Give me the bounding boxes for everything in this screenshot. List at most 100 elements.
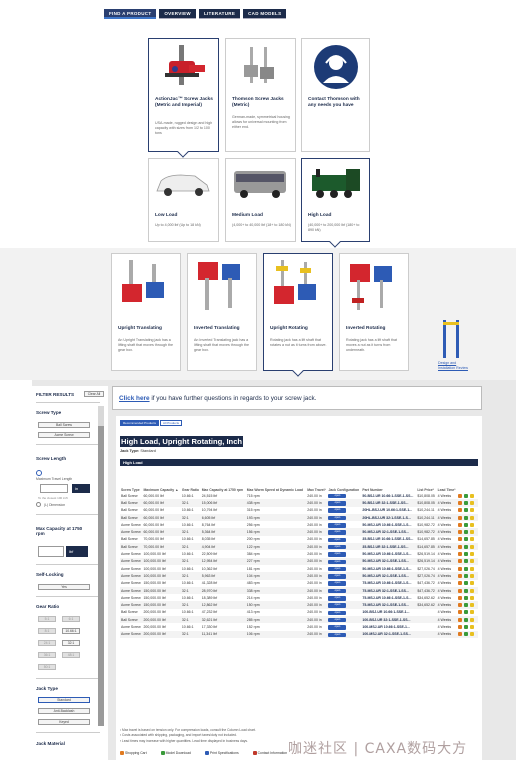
configure-button[interactable]: open <box>328 588 347 594</box>
spec-icon[interactable] <box>470 508 475 513</box>
spec-icon[interactable] <box>470 632 475 637</box>
configure-button[interactable]: open <box>328 537 347 543</box>
cart-icon[interactable] <box>458 522 463 527</box>
cad-icon[interactable] <box>464 566 469 571</box>
filter-gear-ratio[interactable]: 24:1 <box>38 640 56 646</box>
contact-information-action[interactable]: Contact Information <box>252 751 287 756</box>
configure-button[interactable]: open <box>328 603 347 608</box>
configure-button[interactable]: open <box>328 493 347 499</box>
table-row[interactable]: Acme Screw 100,000.00 lbf 32:1 12,954 lbf 22… <box>120 557 478 565</box>
column-header[interactable]: Maximum Capacity ▲ <box>142 466 180 492</box>
cad-icon[interactable] <box>464 515 469 520</box>
table-row[interactable]: Ball Screw 70,000.00 lbf 32:1 4,904 lbf 122 … <box>120 543 478 551</box>
cad-icon[interactable] <box>464 610 469 615</box>
cad-icon[interactable] <box>464 559 469 564</box>
sidebar-scrollbar-thumb[interactable] <box>98 426 104 726</box>
cart-icon[interactable] <box>458 530 463 535</box>
cad-icon[interactable] <box>464 617 469 622</box>
cart-icon[interactable] <box>458 515 463 520</box>
configure-button[interactable]: open <box>328 610 347 616</box>
cad-icon[interactable] <box>464 581 469 586</box>
column-header[interactable]: Part Number <box>361 466 416 492</box>
table-row[interactable]: Ball Screw 200,000.00 lbf 32:1 32,621 lbf 28… <box>120 616 478 624</box>
configure-button[interactable]: open <box>328 501 347 506</box>
card-upright-translating[interactable]: Upright Translating An Upright Translati… <box>111 253 181 371</box>
table-row[interactable]: Acme Screw 60,000.00 lbf 32:1 5,364 lbf 156 … <box>120 528 478 536</box>
card-medium-load[interactable]: Medium Load (4,000+ to 40,000 lbf (18+ t… <box>225 158 296 242</box>
spec-icon[interactable] <box>470 573 475 578</box>
configure-button[interactable]: open <box>328 625 347 630</box>
card-high-load[interactable]: High Load (40,000+ to 200,000 lbf (180+ … <box>301 158 370 242</box>
table-row[interactable]: Acme Screw 150,000.00 lbf 32:1 12,862 lbf 15… <box>120 601 478 609</box>
table-row[interactable]: Acme Screw 150,000.00 lbf 32:1 28,970 lbf 33… <box>120 586 478 595</box>
cart-icon[interactable] <box>458 537 463 542</box>
filter-jack-keyed[interactable]: Keyed <box>38 719 90 725</box>
column-header[interactable]: Lead Time³ <box>437 466 458 492</box>
column-header[interactable] <box>457 466 478 492</box>
cad-icon[interactable] <box>464 508 469 513</box>
column-header[interactable]: Max Worm Speed at Dynamic Load <box>246 466 306 492</box>
cart-icon[interactable] <box>458 559 463 564</box>
capacity-unit-select[interactable]: lbf <box>66 546 88 557</box>
spec-icon[interactable] <box>470 515 475 520</box>
travel-unit-select[interactable]: in <box>72 484 90 493</box>
spec-icon[interactable] <box>470 522 475 527</box>
max-travel-radio[interactable] <box>36 470 42 476</box>
toggle-all-products[interactable]: All Products <box>160 420 183 426</box>
column-header[interactable]: List Price² <box>416 466 436 492</box>
table-row[interactable]: Ball Screw 60,000.00 lbf 32:1 15,006 lbf 438… <box>120 499 478 507</box>
table-row[interactable]: Acme Screw 150,000.00 lbf 10.66:1 41,328 lb… <box>120 580 478 587</box>
column-header[interactable]: Screw Type <box>120 466 142 492</box>
table-row[interactable]: Ball Screw 60,000.00 lbf 32:1 6,605 lbf 193 … <box>120 513 478 522</box>
configure-button[interactable]: open <box>328 574 347 579</box>
table-row[interactable]: Ball Screw 70,000.00 lbf 10.66:1 8,035 lbf 2… <box>120 536 478 543</box>
cart-icon[interactable] <box>458 632 463 637</box>
spec-icon[interactable] <box>470 530 475 535</box>
filter-jack-standard[interactable]: Standard <box>38 697 90 703</box>
cart-icon[interactable] <box>458 610 463 615</box>
table-row[interactable]: Ball Screw 60,000.00 lbf 10.66:1 24,515 lbf… <box>120 492 478 499</box>
filter-gear-ratio[interactable]: 8:1 <box>38 628 56 634</box>
configure-button[interactable]: open <box>328 508 347 513</box>
table-row[interactable]: Acme Screw 200,000.00 lbf 32:1 11,341 lbf 10… <box>120 630 478 638</box>
cart-icon[interactable] <box>458 508 463 513</box>
filter-gear-ratio[interactable]: 50:1 <box>38 664 56 670</box>
configure-button[interactable]: open <box>328 552 347 557</box>
max-capacity-input[interactable] <box>38 546 64 557</box>
model-download-action[interactable]: Model Download <box>160 751 191 756</box>
spec-icon[interactable] <box>470 625 475 630</box>
spec-icon[interactable] <box>470 610 475 615</box>
configure-button[interactable]: open <box>328 617 347 623</box>
configure-button[interactable]: open <box>328 632 347 638</box>
design-review-link[interactable]: Design and Installation Review <box>438 361 468 370</box>
spec-icon[interactable] <box>470 595 475 600</box>
tab-literature[interactable]: LITERATURE <box>198 9 241 19</box>
column-header[interactable]: Gear Ratio <box>181 466 201 492</box>
spec-icon[interactable] <box>470 500 475 505</box>
card-inverted-rotating[interactable]: Inverted Rotating Rotating jack has a li… <box>339 253 409 371</box>
filter-ball-screw[interactable]: Ball Screw <box>38 422 90 428</box>
column-header[interactable]: Jack Configuration <box>327 466 361 492</box>
configure-button[interactable]: open <box>328 530 347 535</box>
tab-find-a-product[interactable]: FIND A PRODUCT <box>104 9 157 19</box>
spec-icon[interactable] <box>470 559 475 564</box>
cart-icon[interactable] <box>458 493 463 498</box>
card-contact-thomson[interactable]: Contact Thomson with any needs you have <box>301 38 370 152</box>
filter-jack-anti-backlash[interactable]: Anti-Backlash <box>38 708 90 714</box>
table-row[interactable]: Acme Screw 100,000.00 lbf 32:1 5,963 lbf 104… <box>120 572 478 580</box>
spec-icon[interactable] <box>470 603 475 608</box>
table-row[interactable]: Acme Screw 150,000.00 lbf 10.66:1 18,389 lb… <box>120 594 478 601</box>
cart-icon[interactable] <box>458 625 463 630</box>
filter-gear-ratio[interactable]: 6:1 <box>62 616 80 622</box>
cart-icon[interactable] <box>458 581 463 586</box>
cad-icon[interactable] <box>464 595 469 600</box>
configure-button[interactable]: open <box>328 596 347 601</box>
shopping-cart-action[interactable]: Shopping Cart <box>120 751 147 756</box>
filter-gear-ratio[interactable]: 5:1 <box>38 616 56 622</box>
filter-gear-ratio[interactable]: 32:1 <box>62 640 80 646</box>
cart-icon[interactable] <box>458 603 463 608</box>
click-here-link[interactable]: Click here <box>119 395 150 402</box>
filter-acme-screw[interactable]: Acme Screw <box>38 432 90 438</box>
table-row[interactable]: Ball Screw 60,000.00 lbf 10.66:1 10,794 lbf… <box>120 507 478 514</box>
configure-button[interactable]: open <box>328 581 347 586</box>
